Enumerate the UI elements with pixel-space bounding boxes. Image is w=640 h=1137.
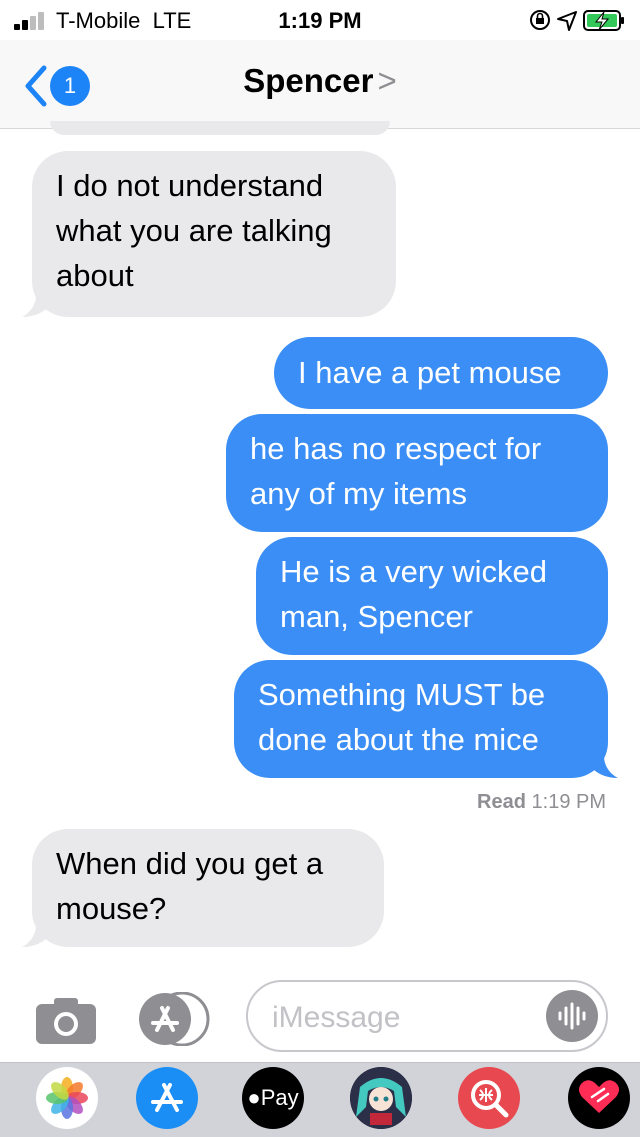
app-store-icon	[139, 991, 210, 1047]
message-bubble-received[interactable]: When did you get a mouse?	[22, 829, 384, 947]
photos-icon	[46, 1077, 88, 1119]
message-bubble-sent[interactable]: he has no respect for any of my items	[226, 414, 608, 532]
message-line: man, Spencer	[280, 599, 473, 634]
bubble-tail	[594, 756, 618, 778]
message-input[interactable]: iMessage	[246, 980, 608, 1052]
app-store-drawer-button[interactable]	[136, 1067, 198, 1129]
bubble-tail	[22, 295, 46, 317]
message-thread[interactable]: I do not understand what you are talking…	[0, 121, 640, 959]
app-store-icon	[151, 1083, 183, 1112]
apple-pay-icon: ●	[247, 1085, 261, 1110]
contact-title[interactable]: Spencer >	[0, 62, 640, 100]
chevron-right-icon: >	[377, 62, 397, 99]
message-line: He is a very wicked	[280, 554, 548, 589]
previous-message-edge	[50, 121, 390, 135]
message-line: I have a pet mouse	[298, 355, 562, 390]
compose-bar: iMessage	[0, 960, 640, 1060]
camera-button[interactable]	[36, 996, 96, 1044]
app-store-button[interactable]	[138, 991, 212, 1047]
message-line: Something MUST be	[258, 677, 546, 712]
imessage-app-drawer: ●Pay	[0, 1062, 640, 1137]
message-line: I do not understand	[56, 168, 324, 203]
apple-pay-label: Pay	[260, 1085, 299, 1110]
read-time: 1:19 PM	[531, 791, 606, 813]
conversation-header: 1 Spencer >	[0, 40, 640, 129]
message-line: about	[56, 258, 134, 293]
status-bar: T-Mobile LTE 1:19 PM	[0, 0, 640, 40]
message-line: any of my items	[250, 476, 468, 511]
message-bubble-received[interactable]: I do not understand what you are talking…	[22, 151, 396, 317]
apple-pay-button[interactable]: ●Pay	[242, 1067, 304, 1129]
camera-icon	[36, 998, 96, 1044]
digital-touch-icon	[579, 1080, 619, 1113]
sticker-app-button[interactable]	[350, 1067, 412, 1129]
message-line: When did you get a	[56, 846, 324, 881]
audio-message-button[interactable]	[546, 990, 598, 1042]
message-bubble-sent[interactable]: He is a very wicked man, Spencer	[256, 537, 608, 655]
status-icons	[528, 6, 628, 34]
message-bubble-sent[interactable]: I have a pet mouse	[274, 337, 608, 409]
message-line: what you are talking	[56, 213, 332, 248]
read-label: Read	[477, 791, 526, 813]
message-line: done about the mice	[258, 722, 539, 757]
message-line: he has no respect for	[250, 431, 542, 466]
message-line: mouse?	[56, 891, 167, 926]
sticker-app-icon	[350, 1067, 412, 1129]
image-search-app-button[interactable]	[458, 1067, 520, 1129]
battery-charging-icon	[583, 10, 624, 31]
location-icon	[557, 11, 577, 31]
message-input-placeholder: iMessage	[272, 1001, 401, 1034]
message-bubble-sent[interactable]: Something MUST be done about the mice	[234, 660, 618, 778]
orientation-lock-icon	[530, 10, 550, 30]
search-images-icon	[471, 1080, 509, 1118]
bubble-tail	[22, 925, 46, 947]
read-receipt: Read 1:19 PM	[477, 791, 606, 814]
waveform-icon	[558, 1002, 586, 1030]
contact-name: Spencer	[243, 62, 374, 99]
digital-touch-button[interactable]	[568, 1067, 630, 1129]
photos-app-button[interactable]	[36, 1067, 98, 1129]
